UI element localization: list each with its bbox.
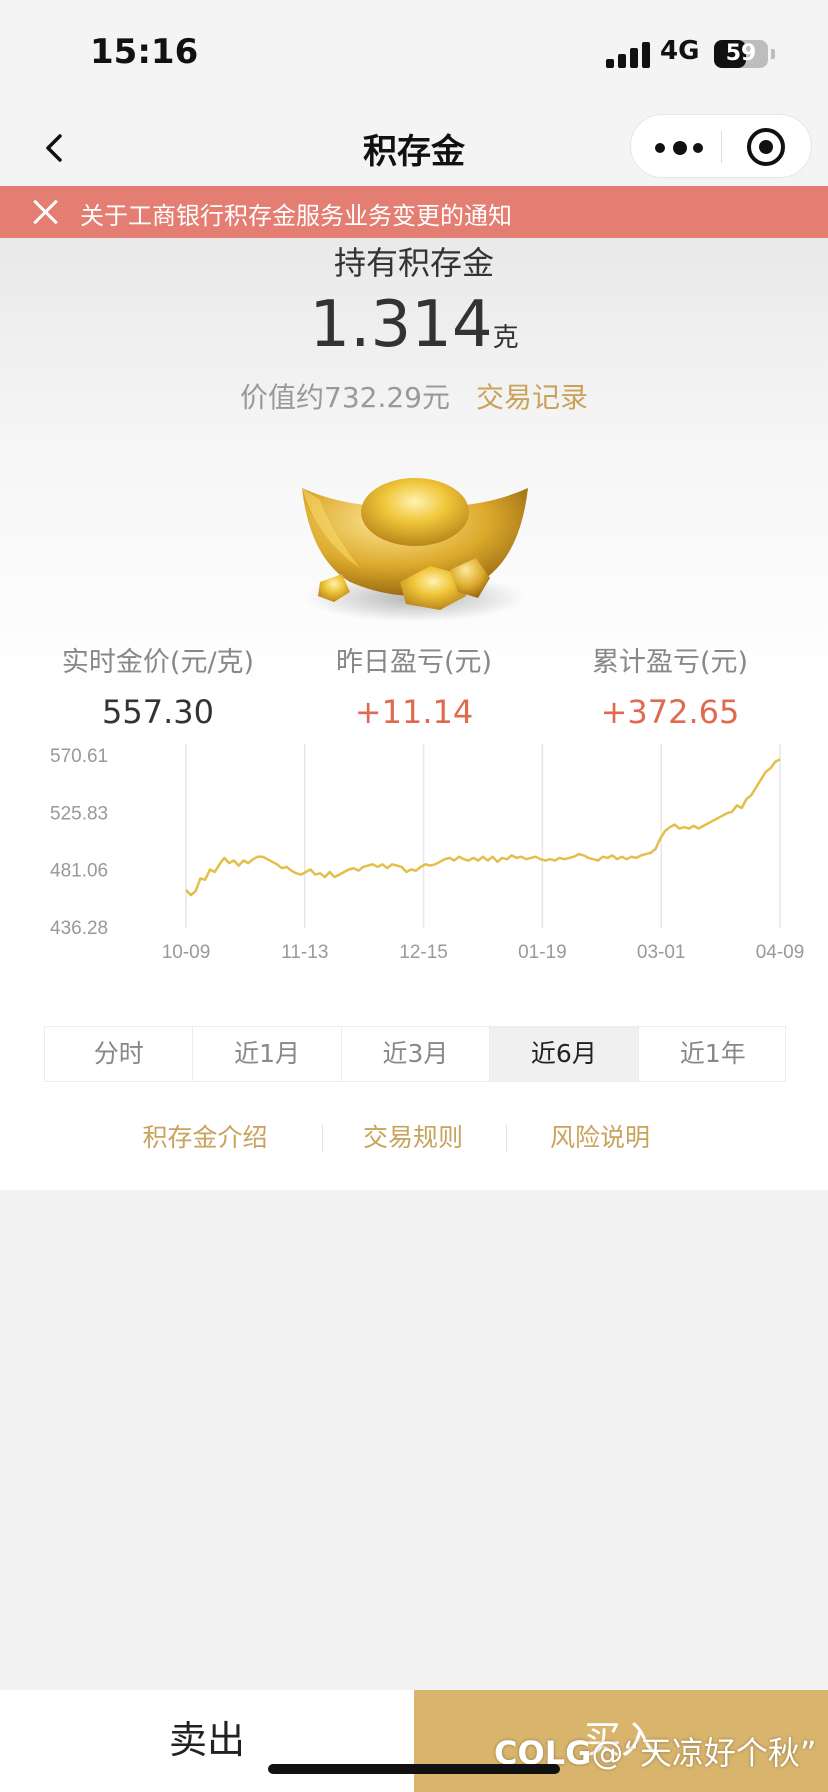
tab-intraday[interactable]: 分时 <box>45 1027 194 1081</box>
y-tick-label: 436.28 <box>50 918 108 939</box>
price-stats: 实时金价(元/克) 557.30 昨日盈亏(元) +11.14 累计盈亏(元) … <box>0 640 828 750</box>
y-tick-label: 525.83 <box>50 803 108 824</box>
notice-text[interactable]: 关于工商银行积存金服务业务变更的通知 <box>80 196 512 231</box>
close-icon[interactable] <box>32 198 60 226</box>
trade-rules-link[interactable]: 交易规则 <box>320 1118 506 1154</box>
status-time: 15:16 <box>90 32 199 72</box>
info-links: 积存金介绍 交易规则 风险说明 <box>0 1118 828 1158</box>
home-indicator <box>268 1764 560 1774</box>
price-line <box>185 758 781 897</box>
x-tick-label: 01-19 <box>518 942 567 963</box>
x-tick-label: 03-01 <box>637 942 686 963</box>
price-chart-svg: 10-09 11-13 12-15 01-19 03-01 04-09 570.61 525.… <box>50 744 805 963</box>
holding-unit: 克 <box>492 323 519 353</box>
cellular-signal-icon <box>606 42 650 68</box>
price-chart[interactable]: 10-09 11-13 12-15 01-19 03-01 04-09 570.61 525.… <box>0 736 828 976</box>
tab-6-months[interactable]: 近6月 <box>490 1027 639 1081</box>
battery-level: 59 <box>725 41 757 66</box>
stat-value: +372.65 <box>600 693 740 731</box>
stat-label: 实时金价(元/克) <box>61 647 255 678</box>
holding-amount: 1.314克 <box>0 288 828 362</box>
sell-button[interactable]: 卖出 <box>0 1690 414 1792</box>
more-menu-button[interactable] <box>655 115 715 179</box>
tab-1-month[interactable]: 近1月 <box>193 1027 342 1081</box>
y-tick-label: 481.06 <box>50 861 108 882</box>
stat-value: +11.14 <box>354 693 474 731</box>
holding-grams: 1.314 <box>309 288 493 362</box>
risk-notice-link[interactable]: 风险说明 <box>507 1118 693 1154</box>
holding-title: 持有积存金 <box>333 244 494 282</box>
network-type: 4G <box>660 36 700 66</box>
tab-3-months[interactable]: 近3月 <box>342 1027 491 1081</box>
intro-link[interactable]: 积存金介绍 <box>112 1118 298 1154</box>
holding-value-row: 价值约732.29元 交易记录 <box>0 376 828 416</box>
holding-value: 价值约732.29元 <box>240 381 450 414</box>
x-tick-label: 12-15 <box>399 942 448 963</box>
x-tick-label: 10-09 <box>162 942 211 963</box>
x-tick-label: 04-09 <box>756 942 805 963</box>
stat-label: 累计盈亏(元) <box>591 647 749 678</box>
x-tick-label: 11-13 <box>281 942 328 963</box>
stat-yesterday-pnl: 昨日盈亏(元) +11.14 <box>276 640 552 731</box>
y-tick-label: 570.61 <box>50 746 108 767</box>
gold-ingot-icon <box>302 478 528 622</box>
stat-realtime-price: 实时金价(元/克) 557.30 <box>20 640 296 731</box>
battery-icon: 59 <box>714 40 775 68</box>
range-tabs: 分时 近1月 近3月 近6月 近1年 <box>44 1026 786 1082</box>
miniprogram-capsule <box>630 114 812 178</box>
close-miniprogram-button[interactable] <box>747 128 785 166</box>
notice-banner[interactable]: 关于工商银行积存金服务业务变更的通知 <box>0 186 828 238</box>
tab-1-year[interactable]: 近1年 <box>639 1027 787 1081</box>
stat-value: 557.30 <box>102 693 214 731</box>
holding-card: 持有积存金 1.314克 价值约732.29元 交易记录 实时金价(元/克) 5… <box>0 238 828 1190</box>
status-bar: 15:16 4G 59 <box>0 0 828 110</box>
stat-total-pnl: 累计盈亏(元) +372.65 <box>532 640 808 731</box>
nav-bar: 积存金 <box>0 110 828 186</box>
trade-record-link[interactable]: 交易记录 <box>476 381 588 414</box>
watermark-handle: @“天凉好个秋” <box>591 1734 817 1772</box>
stat-label: 昨日盈亏(元) <box>335 647 493 678</box>
